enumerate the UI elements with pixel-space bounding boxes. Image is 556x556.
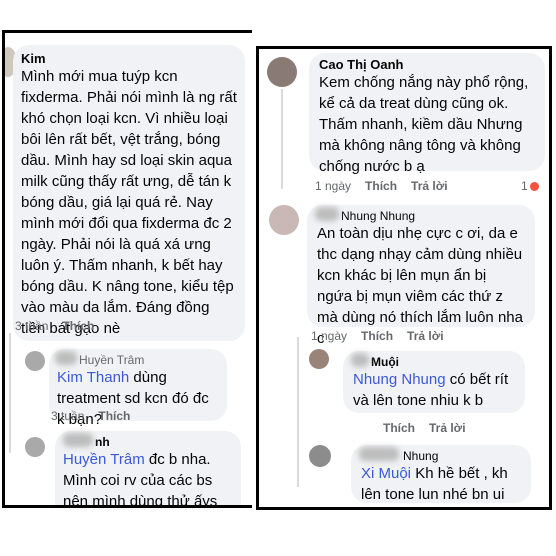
comment-text: Mình mới mua tuýp kcn fixderma. Phải nói…	[21, 68, 237, 337]
reply-actions: 1 ngày Thích Trả lời	[311, 329, 444, 343]
thread-line	[281, 89, 283, 189]
avatar[interactable]	[269, 205, 299, 235]
reply-bubble: Nhung Xi Muội Kh hề bết , kh lên tone lu…	[351, 445, 531, 503]
comment-bubble: Cao Thị Oanh Kem chống nắng này phổ rộng…	[309, 53, 545, 175]
left-screenshot: Kim Mình mới mua tuýp kcn fixderma. Phải…	[2, 30, 252, 508]
comment-actions: 1 ngày Thích Trả lời	[315, 179, 448, 193]
mention-link[interactable]: Nhung Nhung	[353, 371, 446, 388]
thread-line	[9, 333, 11, 453]
commenter-name[interactable]: Muội	[353, 355, 515, 369]
reaction-icon	[529, 181, 539, 191]
comment-text: Kem chống nắng này phổ rộng, kể cả da tr…	[319, 74, 529, 175]
blurred-name	[359, 447, 399, 461]
blurred-name	[63, 433, 93, 447]
comment-time: 1 ngày	[315, 179, 352, 193]
comment-time: 3 tuần	[51, 409, 85, 423]
mention-link[interactable]: Kim Thanh	[57, 369, 129, 386]
reply-text: Huyền Trâm đc b nha. Mình coi rv của các…	[63, 451, 218, 508]
avatar[interactable]	[25, 351, 45, 371]
like-button[interactable]: Thích	[383, 421, 415, 435]
like-button[interactable]: Thích	[361, 329, 393, 343]
comment-time: 1 ngày	[311, 329, 348, 343]
like-button[interactable]: Thích	[365, 179, 397, 193]
comment-time: 3 tuần	[15, 319, 49, 333]
commenter-name[interactable]: Cao Thị Oanh	[319, 57, 535, 72]
avatar[interactable]	[25, 437, 45, 457]
blurred-name	[55, 351, 77, 365]
commenter-name[interactable]: Nhung Nhung	[317, 209, 525, 223]
reaction-count[interactable]: 1	[521, 179, 539, 193]
reply-button[interactable]: Trả lời	[429, 421, 466, 435]
reply-button[interactable]: Trả lời	[407, 329, 444, 343]
right-screenshot: Cao Thị Oanh Kem chống nắng này phổ rộng…	[256, 46, 552, 510]
reply-actions: 3 tuần Thích	[51, 409, 130, 423]
blurred-name	[315, 207, 339, 221]
comment-bubble: Kim Mình mới mua tuýp kcn fixderma. Phải…	[13, 45, 245, 341]
commenter-name[interactable]: Kim	[21, 51, 237, 66]
reply-bubble: Muội Nhung Nhung có bết rít và lên tone …	[343, 351, 525, 413]
mention-link[interactable]: Huyền Trâm	[63, 451, 145, 468]
blurred-name	[351, 353, 369, 367]
commenter-name[interactable]: Huyền Trâm	[57, 353, 219, 367]
comment-actions: 3 tuần Thích	[15, 319, 94, 333]
reply-bubble: Nhung Nhung An toàn dịu nhẹ cực c ơi, da…	[307, 205, 535, 347]
avatar[interactable]	[309, 445, 331, 467]
reply-bubble: nh Huyền Trâm đc b nha. Mình coi rv của …	[55, 431, 241, 508]
like-button[interactable]: Thích	[62, 319, 94, 333]
reply-button[interactable]: Trả lời	[411, 179, 448, 193]
like-button[interactable]: Thích	[98, 409, 130, 423]
reply-actions: Thích Trả lời	[383, 421, 466, 435]
reply-text: Nhung Nhung có bết rít và lên tone nhiu …	[353, 371, 509, 409]
avatar[interactable]	[309, 349, 329, 369]
reply-text: Xi Muội Kh hề bết , kh lên tone lun nhé …	[361, 465, 508, 503]
avatar[interactable]	[267, 57, 297, 87]
thread-line	[297, 337, 299, 487]
mention-link[interactable]: Xi Muội	[361, 465, 411, 482]
